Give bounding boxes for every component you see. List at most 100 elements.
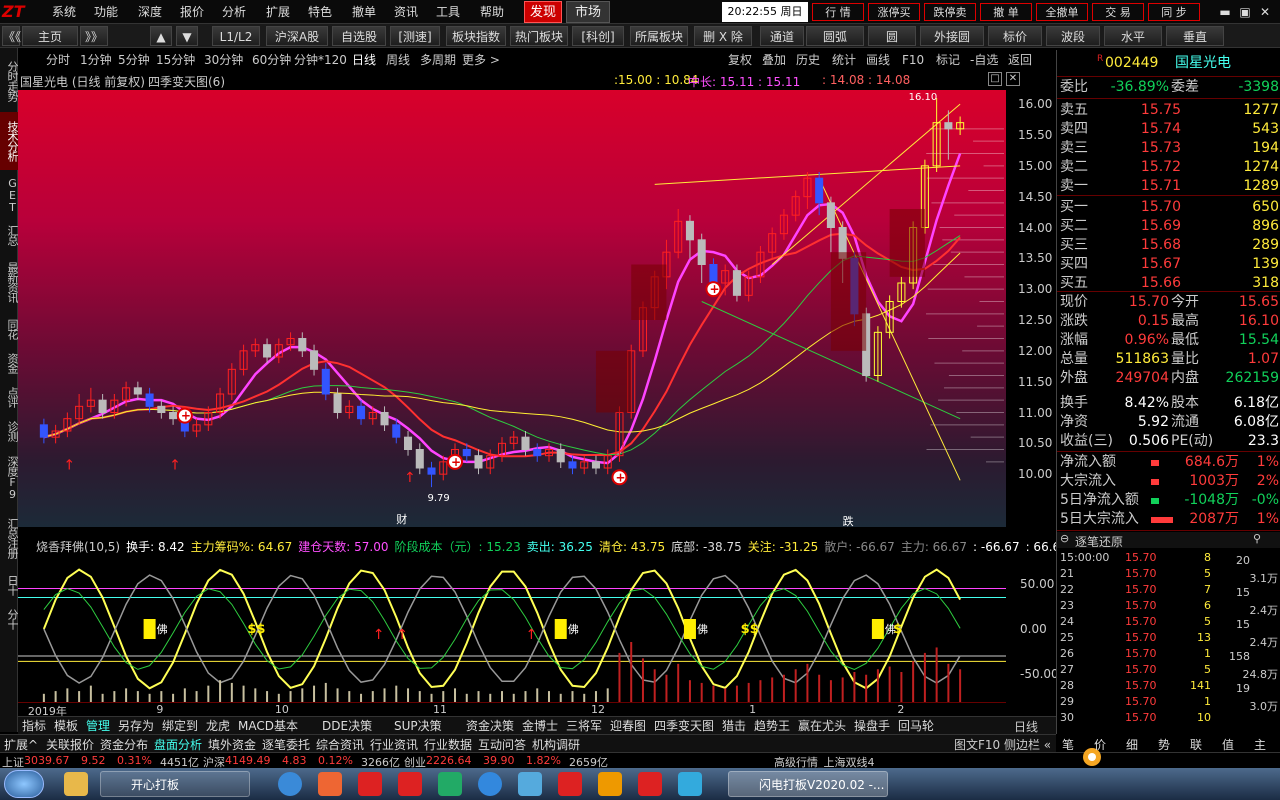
side-tab-3[interactable]: 势	[1158, 736, 1170, 753]
chart-option-6[interactable]: 标记	[936, 52, 960, 68]
taskbar-app-kaixin[interactable]: 开心打板	[100, 771, 250, 797]
info-tab-8[interactable]: 行业数据	[424, 736, 472, 753]
ticks-collapse-icon[interactable]: ⊖	[1060, 532, 1069, 545]
left-tab-4[interactable]: 最新资讯	[0, 253, 19, 311]
ind-tab-3[interactable]: 另存为	[118, 718, 154, 734]
trade-button-2[interactable]: 跌停卖	[924, 3, 976, 21]
ind-tab-17[interactable]: 操盘手	[854, 718, 890, 734]
ind-tab-6[interactable]: MACD基本	[238, 718, 298, 734]
toolbar-btn-21[interactable]: 垂直	[1166, 26, 1224, 46]
toolbar-btn-2[interactable]: 》》	[80, 26, 108, 46]
side-tab-1[interactable]: 价	[1094, 736, 1106, 753]
folder-icon[interactable]	[64, 772, 88, 796]
menu-1[interactable]: 功能	[86, 3, 126, 21]
menu-3[interactable]: 报价	[172, 3, 212, 21]
left-tab-12[interactable]: 分十	[0, 603, 19, 635]
ind-tab-7[interactable]: DDE决策	[322, 718, 372, 734]
ind-tab-2[interactable]: 管理	[86, 718, 110, 734]
chart-option-3[interactable]: 统计	[832, 52, 856, 68]
left-tab-3[interactable]: 汇总	[0, 219, 19, 251]
trade-button-6[interactable]: 同 步	[1148, 3, 1200, 21]
toolbar-btn-5[interactable]: L1/L2	[212, 26, 260, 46]
menu-5[interactable]: 扩展	[258, 3, 298, 21]
chart-option-7[interactable]: -自选	[970, 52, 998, 68]
left-tab-2[interactable]: GET	[0, 172, 19, 217]
side-tab-6[interactable]: 主	[1254, 736, 1266, 753]
period-5[interactable]: 60分钟	[252, 52, 291, 68]
menu-10[interactable]: 帮助	[472, 3, 512, 21]
side-tab-2[interactable]: 细	[1126, 736, 1138, 753]
ie-icon[interactable]	[278, 772, 302, 796]
left-tab-0[interactable]: 分时走势	[0, 52, 19, 110]
info-tab-1[interactable]: 关联报价	[46, 736, 94, 753]
toolbar-btn-7[interactable]: 自选股	[332, 26, 386, 46]
app-icon-6[interactable]	[518, 772, 542, 796]
left-tab-6[interactable]: 资金	[0, 347, 19, 379]
chart-option-2[interactable]: 历史	[796, 52, 820, 68]
left-tab-8[interactable]: 诊测	[0, 415, 19, 447]
menu-7[interactable]: 撤单	[344, 3, 384, 21]
toolbar-btn-15[interactable]: 圆弧	[806, 26, 864, 46]
toolbar-btn-8[interactable]: [测速]	[390, 26, 440, 46]
app-icon-1[interactable]	[318, 772, 342, 796]
ind-tab-9[interactable]: 资金决策	[466, 718, 514, 734]
app-icon-8[interactable]	[598, 772, 622, 796]
left-tab-10[interactable]: 汇总注册	[0, 509, 19, 567]
info-tab-3[interactable]: 盘面分析	[154, 736, 202, 753]
left-tab-11[interactable]: 日十	[0, 569, 19, 601]
ind-tab-13[interactable]: 四季变天图	[654, 718, 714, 734]
info-tab-10[interactable]: 机构调研	[532, 736, 580, 753]
toolbar-btn-16[interactable]: 圆	[868, 26, 916, 46]
f10-sidebar-link[interactable]: 图文F10 侧边栏 «	[954, 736, 1051, 753]
toolbar-btn-11[interactable]: [科创]	[572, 26, 624, 46]
toolbar-btn-0[interactable]: 《《	[2, 26, 21, 46]
trade-button-1[interactable]: 涨停买	[868, 3, 920, 21]
trade-button-5[interactable]: 交 易	[1092, 3, 1144, 21]
period-10[interactable]: 更多 >	[462, 52, 500, 68]
info-tab-6[interactable]: 综合资讯	[316, 736, 364, 753]
info-tab-9[interactable]: 互动问答	[478, 736, 526, 753]
app-icon-10[interactable]	[678, 772, 702, 796]
ind-tab-10[interactable]: 金博士	[522, 718, 558, 734]
app-icon-9[interactable]	[638, 772, 662, 796]
indicator-chart[interactable]: 佛 $$ 佛佛 $$ 佛 $ ↑ ↑ ↑	[18, 556, 1006, 702]
side-tab-0[interactable]: 笔	[1062, 736, 1074, 753]
toolbar-btn-6[interactable]: 沪深A股	[266, 26, 328, 46]
toolbar-btn-19[interactable]: 波段	[1046, 26, 1100, 46]
app-icon-3[interactable]	[398, 772, 422, 796]
period-0[interactable]: 分时	[46, 52, 70, 68]
toolbar-btn-12[interactable]: 所属板块	[630, 26, 688, 46]
info-tab-4[interactable]: 填外资金	[208, 736, 256, 753]
start-button[interactable]	[4, 770, 44, 798]
left-tab-9[interactable]: 深度F9	[0, 449, 19, 507]
main-kline-chart[interactable]: ↑ ↑ ↑ + + + +16.10 9.79 财 跌	[18, 90, 1006, 528]
trade-button-4[interactable]: 全撤单	[1036, 3, 1088, 21]
toolbar-btn-9[interactable]: 板块指数	[446, 26, 506, 46]
ind-tab-8[interactable]: SUP决策	[394, 718, 442, 734]
toolbar-btn-20[interactable]: 水平	[1104, 26, 1162, 46]
ind-tab-16[interactable]: 赢在尤头	[798, 718, 846, 734]
toolbar-btn-13[interactable]: 删 X 除	[694, 26, 752, 46]
chart-option-5[interactable]: F10	[902, 52, 924, 68]
menu-0[interactable]: 系统	[44, 3, 84, 21]
menu-6[interactable]: 特色	[300, 3, 340, 21]
left-tab-7[interactable]: 点评	[0, 381, 19, 413]
ind-tab-0[interactable]: 指标	[22, 718, 46, 734]
ind-tab-14[interactable]: 猎击	[722, 718, 746, 734]
ticks-settings-icon[interactable]: ⚲	[1253, 532, 1261, 545]
app-icon-2[interactable]	[358, 772, 382, 796]
toolbar-btn-1[interactable]: 主页	[22, 26, 78, 46]
tab-discover[interactable]: 发现	[524, 1, 562, 23]
menu-2[interactable]: 深度	[130, 3, 170, 21]
chart-option-4[interactable]: 画线	[866, 52, 890, 68]
period-3[interactable]: 15分钟	[156, 52, 195, 68]
tab-market[interactable]: 市场	[566, 1, 610, 23]
ind-tab-18[interactable]: 回马轮	[898, 718, 934, 734]
period-4[interactable]: 30分钟	[204, 52, 243, 68]
info-tab-7[interactable]: 行业资讯	[370, 736, 418, 753]
left-tab-5[interactable]: 同花	[0, 313, 19, 345]
toolbar-btn-10[interactable]: 热门板块	[510, 26, 568, 46]
close-icon[interactable]: ✕	[1256, 3, 1274, 21]
toolbar-btn-3[interactable]: ▲	[150, 26, 172, 46]
menu-4[interactable]: 分析	[214, 3, 254, 21]
